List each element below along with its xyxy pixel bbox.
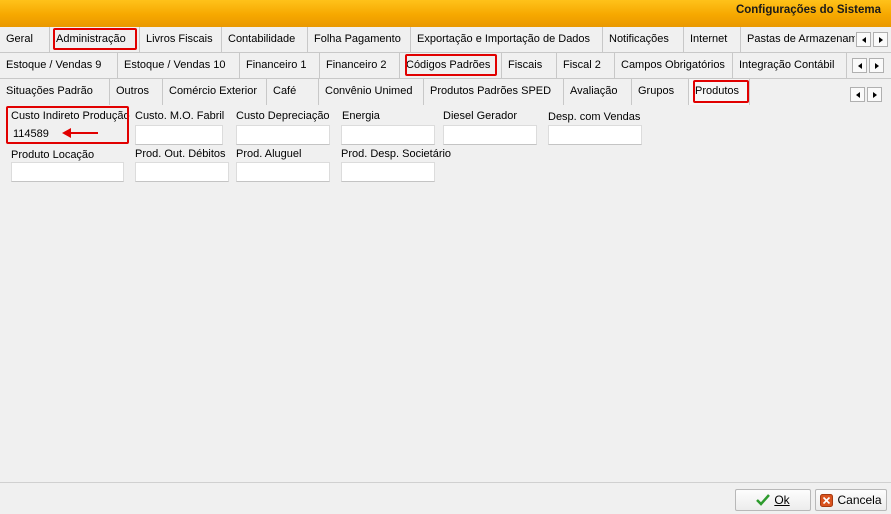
input-prod-desp-societario[interactable] [341,162,435,182]
tab-fiscal-2[interactable]: Fiscal 2 [557,53,615,79]
tab-financeiro-2[interactable]: Financeiro 2 [320,53,400,79]
label-custo-depreciacao: Custo Depreciação [236,110,330,122]
label-prod-aluguel: Prod. Aluguel [236,148,302,160]
tab-administracao[interactable]: Administração [50,27,140,53]
tab-produtos[interactable]: Produtos [689,79,750,105]
tab-row-3-scroll [850,87,882,102]
input-prod-aluguel[interactable] [236,162,330,182]
ok-button[interactable]: Ok [735,489,811,511]
label-produto-locacao: Produto Locação [11,149,95,161]
tab-row-2-scroll [852,58,884,73]
input-diesel-gerador[interactable] [443,125,537,145]
ok-button-label: Ok [774,493,790,507]
tab-internet[interactable]: Internet [684,27,741,53]
scroll-left-icon[interactable] [850,87,865,102]
label-diesel-gerador: Diesel Gerador [443,110,517,122]
tab-notificacoes[interactable]: Notificações [603,27,684,53]
tab-cafe[interactable]: Café [267,79,319,105]
tab-avaliacao[interactable]: Avaliação [564,79,632,105]
scroll-left-icon[interactable] [856,32,871,47]
cancel-button-label: Cancela [837,493,882,507]
label-prod-desp-societario: Prod. Desp. Societário [341,148,452,160]
label-custo-mo-fabril: Custo. M.O. Fabril [135,110,225,122]
scroll-right-icon[interactable] [867,87,882,102]
tab-comercio-exterior[interactable]: Comércio Exterior [163,79,267,105]
tab-financeiro-1[interactable]: Financeiro 1 [240,53,320,79]
window-title: Configurações do Sistema [735,4,881,16]
tab-estoque-vendas-9[interactable]: Estoque / Vendas 9 [0,53,118,79]
label-prod-out-debitos: Prod. Out. Débitos [135,148,226,160]
input-produto-locacao[interactable] [11,162,124,182]
tab-geral[interactable]: Geral [0,27,50,53]
tab-contabilidade[interactable]: Contabilidade [222,27,308,53]
input-custo-mo-fabril[interactable] [135,125,223,145]
tab-row-2: Estoque / Vendas 9 Estoque / Vendas 10 F… [0,53,891,79]
tab-exportacao-importacao[interactable]: Exportação e Importação de Dados [411,27,603,53]
tab-fiscais[interactable]: Fiscais [502,53,557,79]
tab-produtos-padroes-sped[interactable]: Produtos Padrões SPED [424,79,564,105]
tab-situacoes-padrao[interactable]: Situações Padrão [0,79,110,105]
footer-divider [0,482,891,483]
label-desp-com-vendas: Desp. com Vendas [548,111,641,123]
input-energia[interactable] [341,125,435,145]
input-custo-depreciacao[interactable] [236,125,330,145]
tab-estoque-vendas-10[interactable]: Estoque / Vendas 10 [118,53,240,79]
check-icon [756,494,771,506]
title-bar: Configurações do Sistema [0,0,891,27]
input-desp-com-vendas[interactable] [548,125,642,145]
tab-outros[interactable]: Outros [110,79,163,105]
tab-folha-pagamento[interactable]: Folha Pagamento [308,27,411,53]
tab-pastas-armazenamento[interactable]: Pastas de Armazenam [741,27,855,53]
cancel-icon [820,493,834,507]
scroll-right-icon[interactable] [873,32,888,47]
tab-row-1: Geral Administração Livros Fiscais Conta… [0,27,891,53]
tab-codigos-padroes[interactable]: Códigos Padrões [400,53,502,79]
input-prod-out-debitos[interactable] [135,162,229,182]
tab-row-1-scroll [856,32,888,47]
input-custo-indireto-producao[interactable]: 114589 [13,128,49,140]
label-custo-indireto-producao: Custo Indireto Produção [11,110,130,122]
tab-grupos[interactable]: Grupos [632,79,689,105]
tab-convenio-unimed[interactable]: Convênio Unimed [319,79,424,105]
cancel-button[interactable]: Cancela [815,489,887,511]
label-energia: Energia [342,110,380,122]
tab-integracao-contabil[interactable]: Integração Contábil [733,53,847,79]
scroll-right-icon[interactable] [869,58,884,73]
tab-livros-fiscais[interactable]: Livros Fiscais [140,27,222,53]
tab-row-3: Situações Padrão Outros Comércio Exterio… [0,79,891,105]
tab-campos-obrigatorios[interactable]: Campos Obrigatórios [615,53,733,79]
arrow-icon [62,128,98,138]
scroll-left-icon[interactable] [852,58,867,73]
